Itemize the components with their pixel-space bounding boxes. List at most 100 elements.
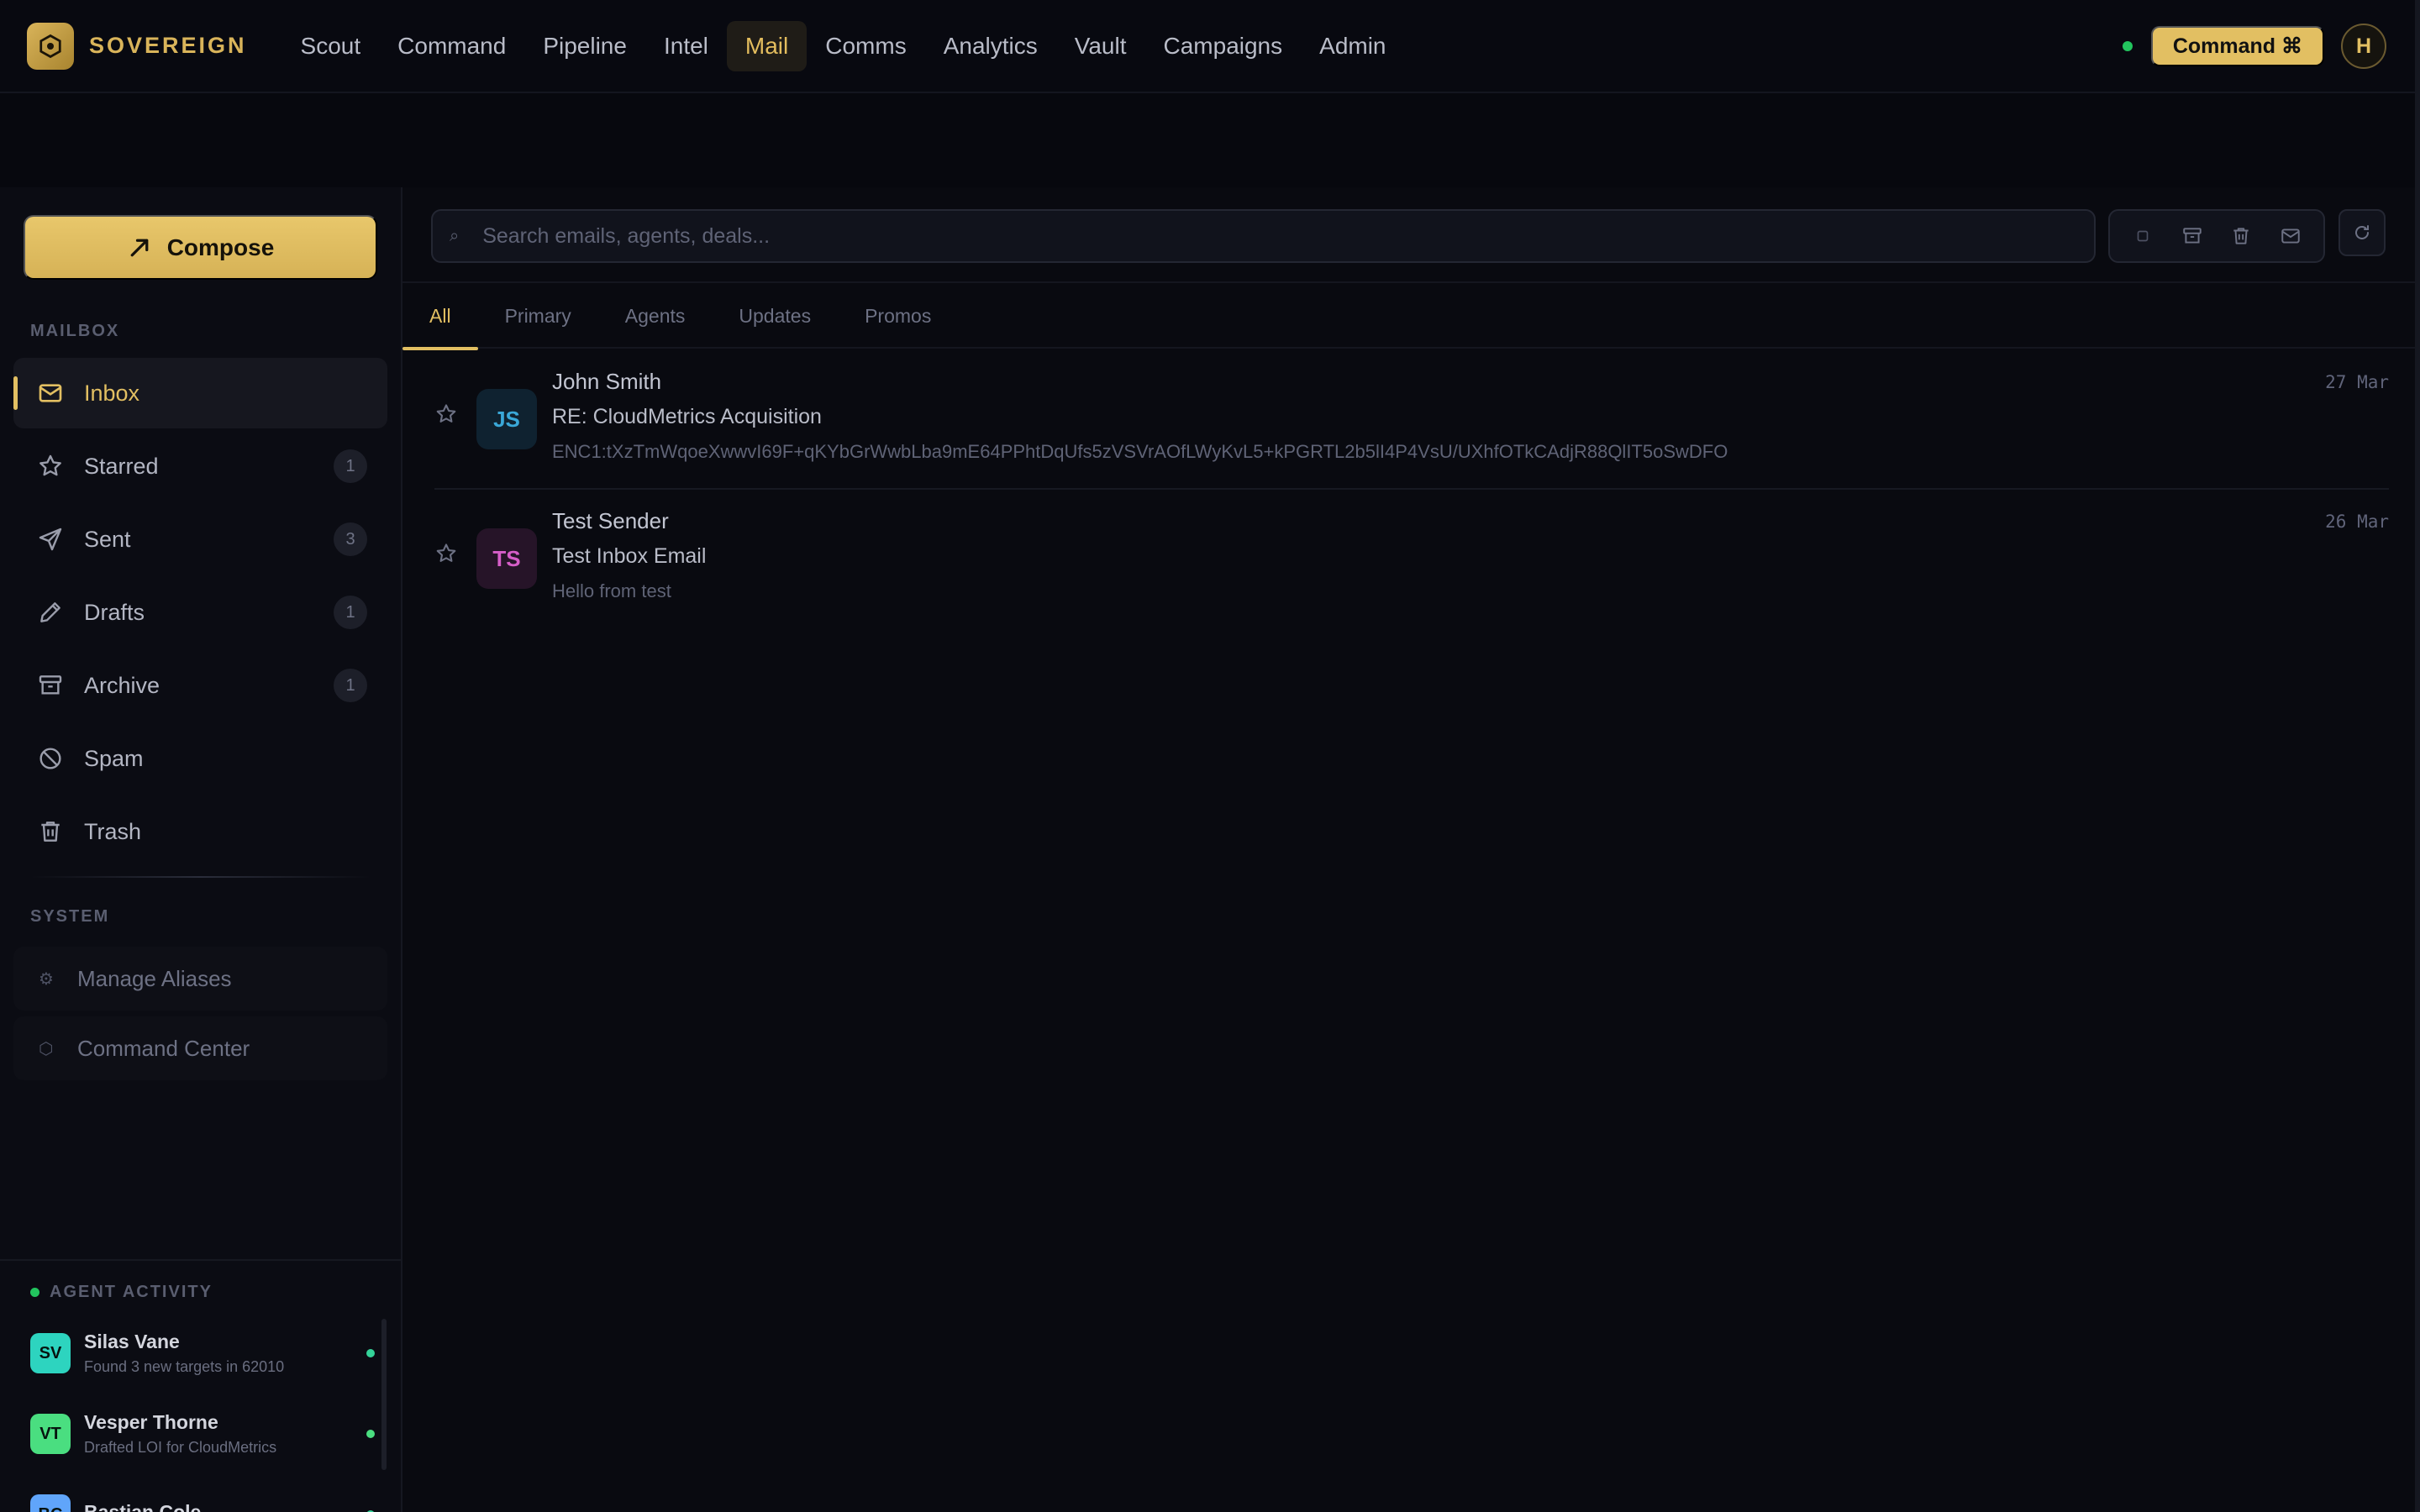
count-badge: 3 <box>334 522 367 556</box>
archive-icon <box>34 669 67 702</box>
sidebar-item-label: Archive <box>84 672 160 698</box>
mark-read-icon[interactable] <box>2274 219 2307 253</box>
sidebar-item-starred[interactable]: Starred 1 <box>13 431 387 501</box>
tab-promos[interactable]: Promos <box>838 283 958 349</box>
email-sender: John Smith <box>552 369 662 394</box>
email-row[interactable]: TS Test Sender Test Inbox Email Hello fr… <box>434 491 2389 629</box>
sender-avatar: JS <box>476 389 537 449</box>
tab-updates[interactable]: Updates <box>712 283 838 349</box>
agent-item[interactable]: VT Vesper Thorne Drafted LOI for CloudMe… <box>30 1404 375 1463</box>
star-icon <box>34 449 67 483</box>
tab-all[interactable]: All <box>402 283 478 350</box>
count-badge: 1 <box>334 669 367 702</box>
archive-icon[interactable] <box>2175 219 2209 253</box>
sidebar-item-drafts[interactable]: Drafts 1 <box>13 577 387 648</box>
nav-scout[interactable]: Scout <box>282 21 380 71</box>
top-right-controls: Command ⌘ H <box>2122 0 2386 92</box>
sidebar-item-label: Trash <box>84 818 142 844</box>
sidebar-item-spam[interactable]: Spam <box>13 723 387 794</box>
compose-arrow-icon <box>130 239 149 256</box>
ban-icon <box>34 742 67 775</box>
nav-analytics[interactable]: Analytics <box>925 21 1056 71</box>
mail-toolbar: ⌕ <box>402 187 2420 283</box>
sub-header <box>0 93 2420 187</box>
sidebar-item-label: Manage Aliases <box>77 965 232 991</box>
email-preview: ENC1:tXzTmWqoeXwwvI69F+qKYbGrWwbLba9mE64… <box>552 441 1728 462</box>
sidebar-item-label: Starred <box>84 453 159 479</box>
select-all-checkbox[interactable] <box>2126 219 2160 253</box>
agent-name: Bastian Cole <box>84 1500 202 1512</box>
agent-avatar: SV <box>30 1333 71 1373</box>
sidebar-item-label: Spam <box>84 745 144 771</box>
email-row[interactable]: JS John Smith RE: CloudMetrics Acquisiti… <box>434 352 2389 490</box>
tab-agents[interactable]: Agents <box>598 283 713 349</box>
live-dot <box>30 1288 39 1297</box>
email-subject: RE: CloudMetrics Acquisition <box>552 405 822 428</box>
agent-activity-title: AGENT ACTIVITY <box>30 1283 213 1302</box>
sidebar-item-label: Command Center <box>77 1035 250 1061</box>
nav-admin[interactable]: Admin <box>1301 21 1404 71</box>
sidebar-item-command-center[interactable]: ⬡ Command Center <box>13 1016 387 1080</box>
top-nav-bar: SOVEREIGN Scout Command Pipeline Intel M… <box>0 0 2420 93</box>
agent-activity: Drafted LOI for CloudMetrics <box>84 1439 277 1456</box>
sidebar-item-sent[interactable]: Sent 3 <box>13 504 387 575</box>
compose-button[interactable]: Compose <box>24 215 377 280</box>
agent-activity-panel: AGENT ACTIVITY SV Silas Vane Found 3 new… <box>0 1259 401 1512</box>
online-status-dot <box>2122 41 2133 51</box>
mail-sidebar: Compose MAILBOX Inbox Starred 1 Sent 3 D… <box>0 187 402 1512</box>
sidebar-divider <box>30 876 371 878</box>
tab-primary[interactable]: Primary <box>478 283 598 349</box>
count-badge: 1 <box>334 449 367 483</box>
compose-label: Compose <box>166 234 275 260</box>
refresh-button[interactable] <box>2338 209 2386 256</box>
agent-item[interactable]: SV Silas Vane Found 3 new targets in 620… <box>30 1324 375 1383</box>
sidebar-item-inbox[interactable]: Inbox <box>13 358 387 428</box>
inbox-icon <box>34 376 67 410</box>
email-date: 26 Mar <box>2325 512 2389 532</box>
sender-avatar: TS <box>476 528 537 589</box>
star-icon[interactable] <box>434 402 458 426</box>
nav-mail[interactable]: Mail <box>726 20 808 71</box>
sidebar-item-archive[interactable]: Archive 1 <box>13 650 387 721</box>
window-scrollbar[interactable] <box>2415 0 2420 1512</box>
brand-name: SOVEREIGN <box>89 33 247 58</box>
brand[interactable]: SOVEREIGN <box>27 22 247 70</box>
agent-status-dot <box>366 1430 375 1438</box>
bulk-actions <box>2108 209 2325 263</box>
agent-name: Vesper Thorne <box>84 1411 218 1433</box>
email-subject: Test Inbox Email <box>552 544 707 568</box>
sidebar-item-trash[interactable]: Trash <box>13 796 387 867</box>
user-avatar[interactable]: H <box>2341 24 2386 69</box>
email-date: 27 Mar <box>2325 372 2389 392</box>
agent-activity-label: AGENT ACTIVITY <box>50 1283 213 1301</box>
refresh-icon <box>2355 225 2369 239</box>
search-icon: ⌕ <box>450 226 460 245</box>
sidebar-item-label: Inbox <box>84 380 140 406</box>
nav-vault[interactable]: Vault <box>1056 21 1145 71</box>
nav-campaigns[interactable]: Campaigns <box>1145 21 1302 71</box>
trash-icon[interactable] <box>2224 219 2258 253</box>
nav-command[interactable]: Command <box>379 21 524 71</box>
command-palette-button[interactable]: Command ⌘ <box>2150 26 2324 66</box>
sidebar-item-manage-aliases[interactable]: ⚙ Manage Aliases <box>13 947 387 1011</box>
system-section-label: SYSTEM <box>30 907 110 926</box>
agent-list-scrollbar[interactable] <box>381 1319 387 1470</box>
hexagon-logo-icon <box>27 22 74 70</box>
sidebar-item-label: Sent <box>84 526 131 552</box>
nav-pipeline[interactable]: Pipeline <box>524 21 645 71</box>
star-icon[interactable] <box>434 542 458 565</box>
agent-name: Silas Vane <box>84 1331 180 1352</box>
email-sender: Test Sender <box>552 508 669 533</box>
search-input[interactable] <box>482 223 2063 249</box>
mail-tabs: All Primary Agents Updates Promos <box>402 283 2420 350</box>
nav-comms[interactable]: Comms <box>807 21 924 71</box>
agent-status-dot <box>366 1349 375 1357</box>
gear-icon: ⚙ <box>39 969 54 989</box>
mailbox-section-label: MAILBOX <box>30 322 120 340</box>
agent-item[interactable]: BC Bastian Cole <box>30 1485 375 1512</box>
nav-intel[interactable]: Intel <box>645 21 727 71</box>
search-box[interactable]: ⌕ <box>431 209 2096 263</box>
count-badge: 1 <box>334 596 367 629</box>
agent-avatar: VT <box>30 1414 71 1454</box>
mail-main: ⌕ All Primary Agents Updates Promos <box>402 187 2420 1512</box>
